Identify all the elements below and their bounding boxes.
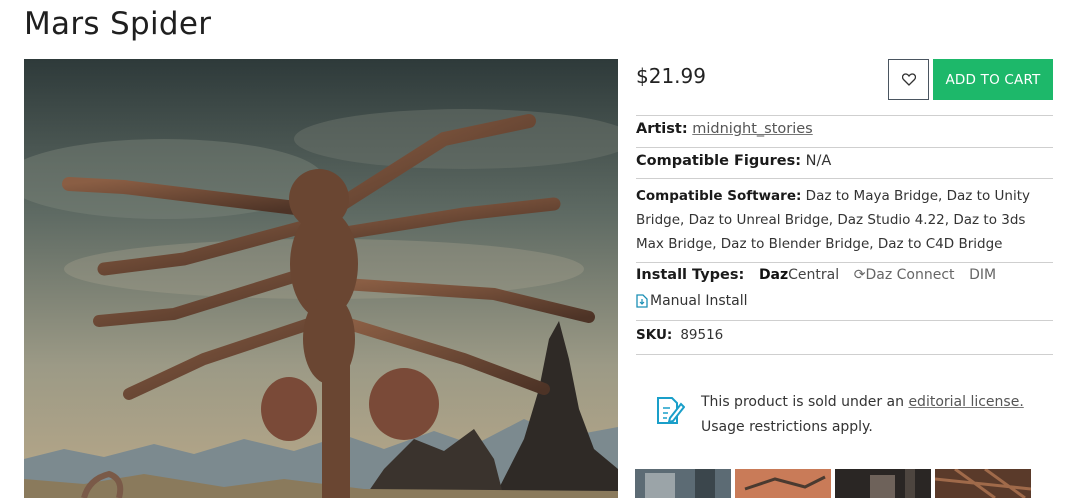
- wishlist-button[interactable]: [888, 59, 929, 100]
- page-title: Mars Spider: [24, 6, 212, 42]
- divider: [636, 178, 1053, 179]
- license-notice: This product is sold under an editorial …: [701, 394, 1024, 435]
- daz-central-badge: DazCentral: [758, 267, 840, 283]
- thumbnail-1[interactable]: [635, 469, 731, 498]
- daz-connect-badge: ⟳Daz Connect: [853, 267, 955, 283]
- install-types-row: Install Types: DazCentral ⟳Daz Connect D…: [636, 267, 996, 283]
- divider: [636, 354, 1053, 355]
- file-download-icon: [636, 294, 648, 308]
- sku-row: SKU: 89516: [636, 327, 723, 343]
- divider: [636, 147, 1053, 148]
- figures-label: Compatible Figures:: [636, 153, 802, 169]
- thumbnail-2[interactable]: [735, 469, 831, 498]
- sku-value: 89516: [680, 327, 724, 343]
- install-label: Install Types:: [636, 267, 745, 283]
- add-to-cart-button[interactable]: ADD TO CART: [933, 59, 1053, 100]
- figures-value: N/A: [805, 153, 832, 169]
- document-edit-icon: [657, 397, 685, 424]
- thumbnail-4[interactable]: [935, 469, 1031, 498]
- artist-row: Artist: midnight_stories: [636, 121, 813, 137]
- thumbnail-3[interactable]: [835, 469, 931, 498]
- divider: [636, 262, 1053, 263]
- artist-label: Artist:: [636, 121, 688, 137]
- artist-link[interactable]: midnight_stories: [692, 121, 812, 137]
- software-label: Compatible Software:: [636, 188, 802, 204]
- product-price: $21.99: [636, 64, 706, 88]
- divider: [636, 115, 1053, 116]
- heart-icon: [901, 73, 916, 86]
- license-note: Usage restrictions apply.: [701, 419, 873, 435]
- compatible-figures-row: Compatible Figures: N/A: [636, 153, 831, 169]
- dim-badge: DIM: [969, 267, 997, 283]
- sku-label: SKU:: [636, 327, 673, 343]
- manual-install-badge: Manual Install: [636, 293, 747, 309]
- product-hero-image[interactable]: [24, 59, 618, 498]
- daz-connect-icon: ⟳: [853, 267, 866, 283]
- divider: [636, 320, 1053, 321]
- compatible-software-row: Compatible Software: Daz to Maya Bridge,…: [636, 184, 1051, 256]
- thumbnail-strip: [635, 469, 1031, 498]
- editorial-license-link[interactable]: editorial license.: [908, 394, 1023, 410]
